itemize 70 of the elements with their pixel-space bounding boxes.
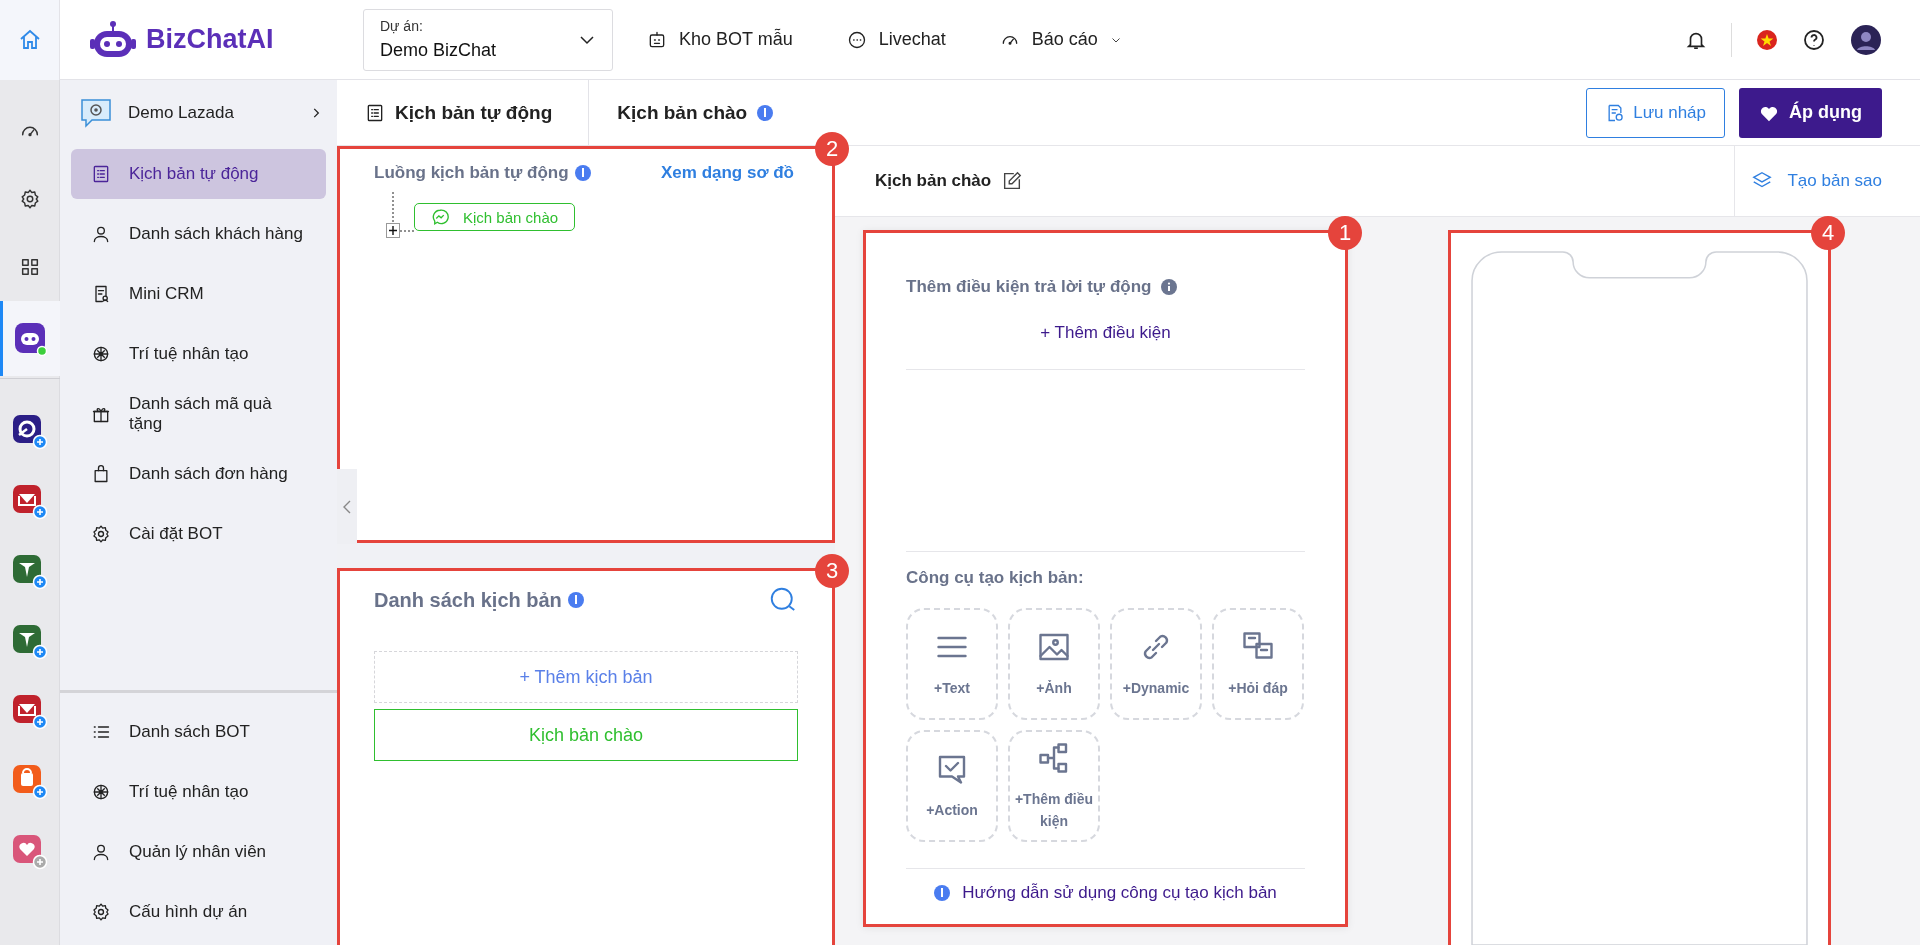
save-draft-button[interactable]: Lưu nháp xyxy=(1586,87,1725,138)
breadcrumb-item[interactable]: Kịch bản tự động xyxy=(337,80,590,145)
info-icon xyxy=(574,165,591,181)
info-icon xyxy=(934,885,951,901)
nav-link[interactable]: Báo cáo xyxy=(993,29,1128,50)
callout-number: 1 xyxy=(1328,216,1362,250)
duplicate-button[interactable]: Tạo bản sao xyxy=(1734,146,1920,216)
sidebar-item[interactable]: Danh sách đơn hàng xyxy=(71,449,326,499)
guide-link[interactable]: Hướng dẫn sử dụng công cụ tạo kịch bản xyxy=(962,883,1277,903)
app-icon[interactable] xyxy=(11,484,48,520)
sidebar-item[interactable]: Danh sách khách hàng xyxy=(71,209,326,259)
tool-tile[interactable]: +Hỏi đáp xyxy=(1212,608,1304,720)
ai-icon xyxy=(91,782,111,802)
info-icon xyxy=(1161,279,1178,295)
robot-logo-icon xyxy=(90,19,136,60)
sidebar-item[interactable]: Trí tuệ nhân tạo xyxy=(71,329,326,379)
flag-icon[interactable] xyxy=(1756,28,1778,51)
script-icon xyxy=(365,102,385,123)
chat-icon xyxy=(846,29,867,50)
apply-button[interactable]: Áp dụng xyxy=(1739,87,1882,138)
sidebar-item[interactable]: Cài đặt BOT xyxy=(71,509,326,559)
tool-tile[interactable]: +Text xyxy=(906,608,998,720)
section-title: Công cụ tạo kịch bản: xyxy=(906,568,1085,588)
user-icon xyxy=(91,842,111,862)
bot-switcher[interactable]: Demo Lazada xyxy=(60,80,337,145)
panel-title: Luồng kịch bản tự động xyxy=(374,163,569,183)
app-icon[interactable] xyxy=(11,554,48,590)
home-button[interactable] xyxy=(0,0,60,80)
sidebar-item[interactable]: Cấu hình dự án xyxy=(71,887,326,937)
sidebar-item[interactable]: Danh sách mã quà tặng xyxy=(71,389,326,439)
tree-connector-drawing xyxy=(384,191,416,241)
help-icon[interactable] xyxy=(1802,27,1826,52)
avatar[interactable] xyxy=(1850,23,1882,56)
bot-chat-icon xyxy=(80,97,112,128)
tool-tile[interactable]: +Action xyxy=(906,730,998,842)
project-select[interactable]: Dự án: Demo BizChat xyxy=(363,8,613,71)
ai-icon xyxy=(91,344,111,364)
sidebar-item[interactable]: Quản lý nhân viên xyxy=(71,827,326,877)
script-title: Kịch bản chào xyxy=(875,171,992,191)
nav-link[interactable]: Livechat xyxy=(840,29,952,50)
messenger-icon xyxy=(431,208,449,226)
add-script-button[interactable]: + Thêm kịch bản xyxy=(374,651,798,703)
chevron-left-icon xyxy=(342,498,352,515)
nav-link[interactable]: Kho BOT mẫu xyxy=(641,29,799,50)
app-icon[interactable] xyxy=(11,624,48,660)
brand-name: BizChatAI xyxy=(146,24,274,55)
callout-number: 4 xyxy=(1811,216,1845,250)
add-condition-link[interactable]: + Thêm điều kiện xyxy=(1040,323,1171,343)
sidebar-item[interactable]: Mini CRM xyxy=(71,269,326,319)
tool-tile[interactable]: +Ảnh xyxy=(1008,608,1100,720)
diagram-view-link[interactable]: Xem dạng sơ đồ xyxy=(661,163,794,183)
sidebar-item[interactable]: Trí tuệ nhân tạo xyxy=(71,767,326,817)
app-icon[interactable] xyxy=(11,694,48,730)
bot-icon xyxy=(647,29,667,50)
callout-number: 3 xyxy=(815,554,849,588)
bot-icon xyxy=(14,321,48,356)
section-title: Thêm điều kiện trả lời tự động xyxy=(906,277,1152,297)
tool-tile[interactable]: +Thêm điều kiện xyxy=(1008,730,1100,842)
tool-tile[interactable]: +Dynamic xyxy=(1110,608,1202,720)
user-icon xyxy=(91,224,111,244)
sidebar-item[interactable]: Kịch bản tự động xyxy=(71,149,326,199)
list-icon xyxy=(91,164,111,184)
edit-icon[interactable] xyxy=(1001,170,1024,192)
panel-title: Danh sách kịch bản xyxy=(374,588,562,612)
info-icon xyxy=(567,592,584,608)
sidebar-item[interactable]: Danh sách BOT xyxy=(71,707,326,757)
gear-icon xyxy=(91,902,111,922)
gear-icon xyxy=(91,524,111,544)
app-icon[interactable] xyxy=(11,414,48,450)
breadcrumb-item: Kịch bản chào xyxy=(589,80,802,145)
